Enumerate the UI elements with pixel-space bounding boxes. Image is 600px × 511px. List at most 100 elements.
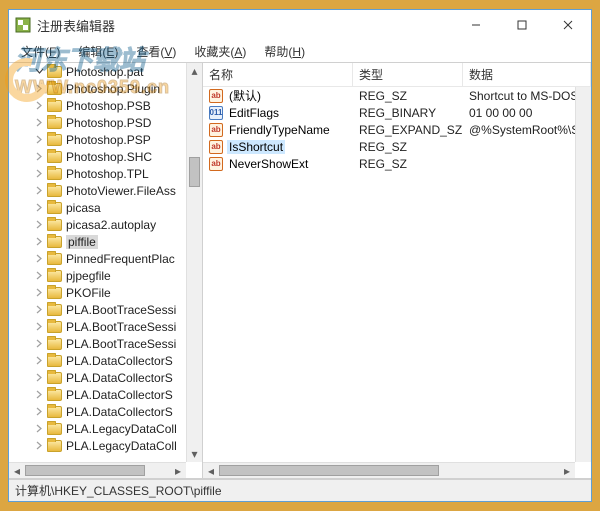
value-name: FriendlyTypeName xyxy=(227,123,332,137)
chevron-right-icon[interactable] xyxy=(33,117,45,129)
scroll-right-icon[interactable]: ▸ xyxy=(559,463,575,478)
tree-item[interactable]: PLA.BootTraceSessi xyxy=(9,318,186,335)
tree-item[interactable]: PinnedFrequentPlac xyxy=(9,250,186,267)
tree-item[interactable]: PLA.DataCollectorS xyxy=(9,386,186,403)
scroll-track[interactable] xyxy=(219,463,559,478)
scroll-up-icon[interactable]: ▴ xyxy=(187,63,202,79)
tree-hscroll[interactable]: ◂ ▸ xyxy=(9,462,186,478)
scroll-track[interactable] xyxy=(25,463,170,478)
chevron-right-icon[interactable] xyxy=(33,338,45,350)
scroll-thumb[interactable] xyxy=(25,465,145,476)
tree-item[interactable]: PLA.LegacyDataColl xyxy=(9,437,186,454)
tree-item[interactable]: Photoshop.pat xyxy=(9,63,186,80)
registry-tree[interactable]: Photoshop.patPhotoshop.Plugin Photoshop.P… xyxy=(9,63,186,462)
scroll-thumb[interactable] xyxy=(219,465,439,476)
list-row[interactable]: abNeverShowExtREG_SZ xyxy=(203,155,591,172)
tree-item[interactable]: Photoshop.PSB xyxy=(9,97,186,114)
menu-item[interactable]: 文件(F) xyxy=(13,41,68,62)
value-name-cell: ab(默认) xyxy=(203,87,353,104)
list-row[interactable]: abFriendlyTypeNameREG_EXPAND_SZ@%SystemR… xyxy=(203,121,591,138)
tree-vscroll[interactable]: ▴ ▾ xyxy=(186,63,202,462)
scroll-left-icon[interactable]: ◂ xyxy=(203,463,219,478)
titlebar[interactable]: 注册表编辑器 xyxy=(9,10,591,40)
chevron-right-icon[interactable] xyxy=(33,321,45,333)
column-type[interactable]: 类型 xyxy=(353,63,463,86)
chevron-right-icon[interactable] xyxy=(33,219,45,231)
tree-item[interactable]: picasa2.autoplay xyxy=(9,216,186,233)
folder-icon xyxy=(47,338,62,350)
folder-icon xyxy=(47,100,62,112)
tree-item[interactable]: PLA.BootTraceSessi xyxy=(9,335,186,352)
tree-item[interactable]: Photoshop.PSD xyxy=(9,114,186,131)
chevron-right-icon[interactable] xyxy=(33,372,45,384)
tree-item[interactable]: PKOFile xyxy=(9,284,186,301)
tree-item[interactable]: Photoshop.TPL xyxy=(9,165,186,182)
folder-icon xyxy=(47,168,62,180)
list-vscroll[interactable] xyxy=(575,87,591,462)
menu-item[interactable]: 收藏夹(A) xyxy=(186,41,254,62)
close-button[interactable] xyxy=(545,10,591,40)
chevron-right-icon[interactable] xyxy=(33,83,45,95)
chevron-right-icon[interactable] xyxy=(33,253,45,265)
tree-item-label: Photoshop.PSB xyxy=(66,99,151,113)
chevron-right-icon[interactable] xyxy=(33,100,45,112)
chevron-right-icon[interactable] xyxy=(33,406,45,418)
chevron-right-icon[interactable] xyxy=(33,236,45,248)
value-type-cell: REG_SZ xyxy=(353,138,463,155)
menu-item[interactable]: 编辑(E) xyxy=(70,41,126,62)
chevron-right-icon[interactable] xyxy=(33,202,45,214)
scroll-right-icon[interactable]: ▸ xyxy=(170,463,186,478)
chevron-right-icon[interactable] xyxy=(33,151,45,163)
minimize-button[interactable] xyxy=(453,10,499,40)
chevron-right-icon[interactable] xyxy=(33,287,45,299)
chevron-right-icon[interactable] xyxy=(33,423,45,435)
chevron-right-icon[interactable] xyxy=(33,355,45,367)
tree-item[interactable]: Photoshop.Plugin xyxy=(9,80,186,97)
tree-item[interactable]: piffile xyxy=(9,233,186,250)
tree-item[interactable]: PLA.LegacyDataColl xyxy=(9,420,186,437)
chevron-right-icon[interactable] xyxy=(33,168,45,180)
value-name-cell: 011 EditFlags xyxy=(203,104,353,121)
value-name: EditFlags xyxy=(227,106,281,120)
column-data[interactable]: 数据 xyxy=(463,63,591,86)
tree-item-label: PLA.BootTraceSessi xyxy=(66,320,176,334)
chevron-right-icon[interactable] xyxy=(33,304,45,316)
chevron-right-icon[interactable] xyxy=(33,389,45,401)
maximize-button[interactable] xyxy=(499,10,545,40)
menu-item[interactable]: 帮助(H) xyxy=(256,41,313,62)
tree-item[interactable]: PhotoViewer.FileAss xyxy=(9,182,186,199)
list-row[interactable]: abIsShortcutREG_SZ xyxy=(203,138,591,155)
tree-item[interactable]: PLA.BootTraceSessi xyxy=(9,301,186,318)
scroll-thumb[interactable] xyxy=(189,157,200,187)
folder-icon xyxy=(47,321,62,333)
menubar: 文件(F)编辑(E)查看(V)收藏夹(A)帮助(H) xyxy=(9,40,591,62)
value-data-cell: Shortcut to MS-DOS P xyxy=(463,87,591,104)
chevron-right-icon[interactable] xyxy=(33,185,45,197)
list-row[interactable]: ab(默认)REG_SZShortcut to MS-DOS P xyxy=(203,87,591,104)
tree-item[interactable]: Photoshop.PSP xyxy=(9,131,186,148)
tree-item-label: PLA.DataCollectorS xyxy=(66,371,173,385)
tree-item[interactable]: Photoshop.SHC xyxy=(9,148,186,165)
string-value-icon: ab xyxy=(209,123,223,137)
chevron-down-icon[interactable] xyxy=(33,66,45,78)
chevron-right-icon[interactable] xyxy=(33,270,45,282)
list-row[interactable]: 011EditFlagsREG_BINARY01 00 00 00 xyxy=(203,104,591,121)
folder-icon xyxy=(47,270,62,282)
scroll-track[interactable] xyxy=(187,79,202,446)
scroll-down-icon[interactable]: ▾ xyxy=(187,446,202,462)
list-body[interactable]: ab(默认)REG_SZShortcut to MS-DOS P011EditF… xyxy=(203,87,591,172)
scroll-left-icon[interactable]: ◂ xyxy=(9,463,25,478)
folder-icon xyxy=(47,355,62,367)
tree-item[interactable]: PLA.DataCollectorS xyxy=(9,352,186,369)
tree-item[interactable]: PLA.DataCollectorS xyxy=(9,369,186,386)
chevron-right-icon[interactable] xyxy=(33,440,45,452)
tree-item[interactable]: pjpegfile xyxy=(9,267,186,284)
column-name[interactable]: 名称 xyxy=(203,63,353,86)
tree-item[interactable]: picasa xyxy=(9,199,186,216)
chevron-right-icon[interactable] xyxy=(33,134,45,146)
menu-item[interactable]: 查看(V) xyxy=(128,41,184,62)
string-value-icon: ab xyxy=(209,157,223,171)
list-hscroll[interactable]: ◂ ▸ xyxy=(203,462,575,478)
binary-value-icon: 011 xyxy=(209,106,223,120)
tree-item[interactable]: PLA.DataCollectorS xyxy=(9,403,186,420)
